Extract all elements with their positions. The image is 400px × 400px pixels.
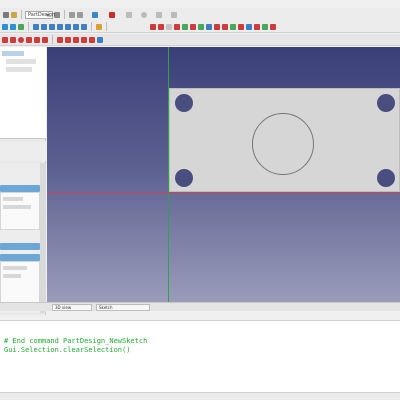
combo-view-panel — [0, 47, 46, 315]
task-panel-header[interactable] — [0, 185, 40, 192]
new-file-icon[interactable] — [3, 11, 9, 18]
close-icon[interactable] — [109, 11, 115, 18]
revolve-icon[interactable] — [174, 23, 180, 30]
datum-plane-icon[interactable] — [230, 23, 236, 30]
measure-icon[interactable] — [96, 23, 102, 30]
left-view-icon[interactable] — [81, 23, 87, 30]
refresh-icon[interactable] — [92, 11, 98, 18]
help-icon[interactable] — [171, 11, 177, 18]
arc-icon[interactable] — [10, 36, 16, 43]
corner-hole[interactable] — [377, 94, 395, 112]
fit-selection-icon[interactable] — [10, 23, 16, 30]
status-bar — [0, 392, 400, 400]
undo-icon[interactable] — [69, 11, 75, 18]
front-view-icon[interactable] — [41, 23, 47, 30]
macro-run-icon[interactable] — [156, 11, 162, 18]
bottom-view-icon[interactable] — [73, 23, 79, 30]
open-icon[interactable] — [11, 11, 17, 18]
line-icon[interactable] — [2, 36, 8, 43]
mirror-icon[interactable] — [198, 23, 204, 30]
constraint-angle-icon[interactable] — [97, 36, 103, 43]
linear-pattern-icon[interactable] — [206, 23, 212, 30]
python-console[interactable]: # End command PartDesign_NewSketch Gui.S… — [0, 320, 400, 392]
multitransform-icon[interactable] — [222, 23, 228, 30]
toolbar-separator — [91, 22, 92, 31]
console-line: Gui.Selection.clearSelection() — [4, 346, 131, 354]
draw-style-icon[interactable] — [18, 23, 24, 30]
console-line: # End command PartDesign_NewSketch — [4, 337, 148, 345]
center-circle[interactable] — [252, 113, 314, 175]
pocket-icon[interactable] — [166, 23, 172, 30]
rear-view-icon[interactable] — [65, 23, 71, 30]
task-field[interactable] — [3, 197, 23, 201]
corner-hole[interactable] — [175, 94, 193, 112]
tree-item[interactable] — [6, 59, 36, 64]
view-toolbar — [0, 21, 400, 33]
task-panel-section — [0, 261, 40, 307]
fillet-icon[interactable] — [182, 23, 188, 30]
sketch-plate[interactable] — [169, 88, 400, 192]
tab-label: 3D view — [55, 305, 72, 310]
corner-hole[interactable] — [377, 169, 395, 187]
toolbar-separator — [106, 22, 107, 31]
top-view-icon[interactable] — [49, 23, 55, 30]
task-panel-header[interactable] — [0, 254, 40, 261]
toolbar-separator — [52, 35, 53, 44]
x-axis-line — [47, 192, 400, 193]
constraint-horizontal-icon[interactable] — [65, 36, 71, 43]
scrollbar[interactable] — [40, 163, 46, 313]
shape-binder-icon[interactable] — [254, 23, 260, 30]
chamfer-icon[interactable] — [190, 23, 196, 30]
toolbar-separator — [21, 10, 22, 19]
fit-all-icon[interactable] — [2, 23, 8, 30]
constraint-distance-icon[interactable] — [81, 36, 87, 43]
task-panel-header[interactable] — [0, 243, 40, 250]
circle-icon[interactable] — [18, 36, 24, 43]
part-icon[interactable] — [270, 23, 276, 30]
macro-record-icon[interactable] — [126, 11, 132, 18]
tree-item[interactable] — [2, 51, 24, 56]
body-icon[interactable] — [262, 23, 268, 30]
task-panel-section — [0, 192, 40, 230]
model-tree[interactable] — [0, 47, 46, 139]
workbench-combo[interactable]: PartDesign — [25, 10, 56, 19]
view-tab-bar: 3D view Sketch — [0, 302, 400, 311]
task-field[interactable] — [3, 205, 31, 209]
sketcher-toolbar — [0, 34, 400, 46]
sketch-icon[interactable] — [150, 23, 156, 30]
y-axis-line — [168, 47, 169, 303]
datum-line-icon[interactable] — [238, 23, 244, 30]
macro-stop-icon[interactable] — [141, 11, 147, 18]
polar-pattern-icon[interactable] — [214, 23, 220, 30]
toolbar-separator — [28, 22, 29, 31]
redo-icon[interactable] — [77, 11, 83, 18]
pad-icon[interactable] — [158, 23, 164, 30]
axonometric-icon[interactable] — [33, 23, 39, 30]
datum-point-icon[interactable] — [246, 23, 252, 30]
rectangle-icon[interactable] — [26, 36, 32, 43]
toolbar-separator — [64, 10, 65, 19]
slot-icon[interactable] — [42, 36, 48, 43]
constraint-radius-icon[interactable] — [89, 36, 95, 43]
freecad-window: PartDesign 3D view Sketch # End command … — [0, 0, 400, 400]
constraint-vertical-icon[interactable] — [73, 36, 79, 43]
property-header — [0, 141, 46, 161]
tab-3d-view[interactable]: 3D view — [52, 304, 92, 311]
tab-label: Sketch — [99, 305, 113, 310]
tab-sketch[interactable]: Sketch — [96, 304, 150, 311]
task-field[interactable] — [3, 266, 27, 270]
task-field[interactable] — [3, 274, 21, 278]
main-toolbar: PartDesign — [0, 8, 400, 21]
polygon-icon[interactable] — [34, 36, 40, 43]
constraint-coincident-icon[interactable] — [57, 36, 63, 43]
workbench-combo-label: PartDesign — [28, 11, 56, 18]
corner-hole[interactable] — [175, 169, 193, 187]
tree-item[interactable] — [6, 67, 32, 72]
right-view-icon[interactable] — [57, 23, 63, 30]
3d-viewport[interactable] — [47, 47, 400, 303]
